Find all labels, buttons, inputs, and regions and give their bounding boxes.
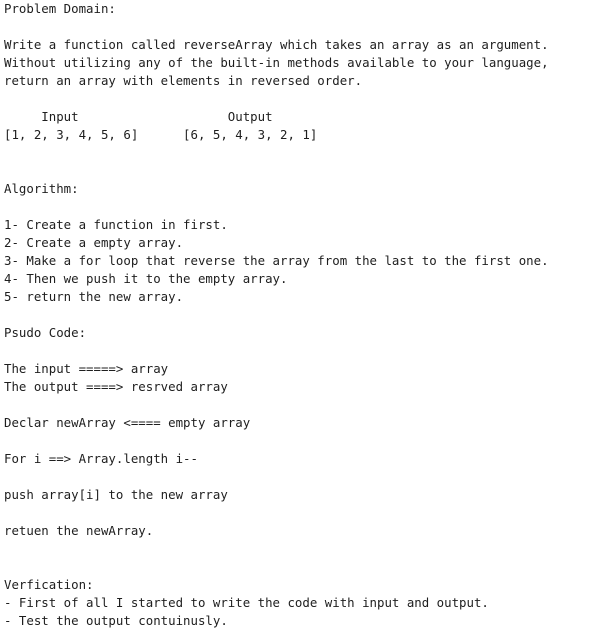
algorithm-step: 3- Make a for loop that reverse the arra… [4,253,549,268]
pseudo-push-line: push array[i] to the new array [4,487,228,502]
verification-heading: Verfication: [4,577,94,592]
verification-item: - First of all I started to write the co… [4,595,489,610]
algorithm-step: 2- Create a empty array. [4,235,184,250]
pseudo-input-line: The input =====> array [4,361,169,376]
pseudo-declare-line: Declar newArray <==== empty array [4,415,251,430]
pseudo-output-line: The output ====> resrved array [4,379,228,394]
problem-domain-heading: Problem Domain: [4,1,116,16]
algorithm-step: 4- Then we push it to the empty array. [4,271,288,286]
document: Problem Domain: Write a function called … [0,0,606,629]
example-row: [1, 2, 3, 4, 5, 6] [6, 5, 4, 3, 2, 1] [4,127,318,142]
example-header: Input Output [4,109,273,124]
algorithm-step: 5- return the new array. [4,289,184,304]
problem-line: Without utilizing any of the built-in me… [4,55,549,70]
pseudo-for-line: For i ==> Array.length i-- [4,451,198,466]
algorithm-heading: Algorithm: [4,181,79,196]
pseudo-code-heading: Psudo Code: [4,325,87,340]
verification-item: - Test the output contuinusly. [4,613,228,628]
problem-line: Write a function called reverseArray whi… [4,37,549,52]
problem-line: return an array with elements in reverse… [4,73,363,88]
pseudo-return-line: retuen the newArray. [4,523,154,538]
algorithm-step: 1- Create a function in first. [4,217,228,232]
